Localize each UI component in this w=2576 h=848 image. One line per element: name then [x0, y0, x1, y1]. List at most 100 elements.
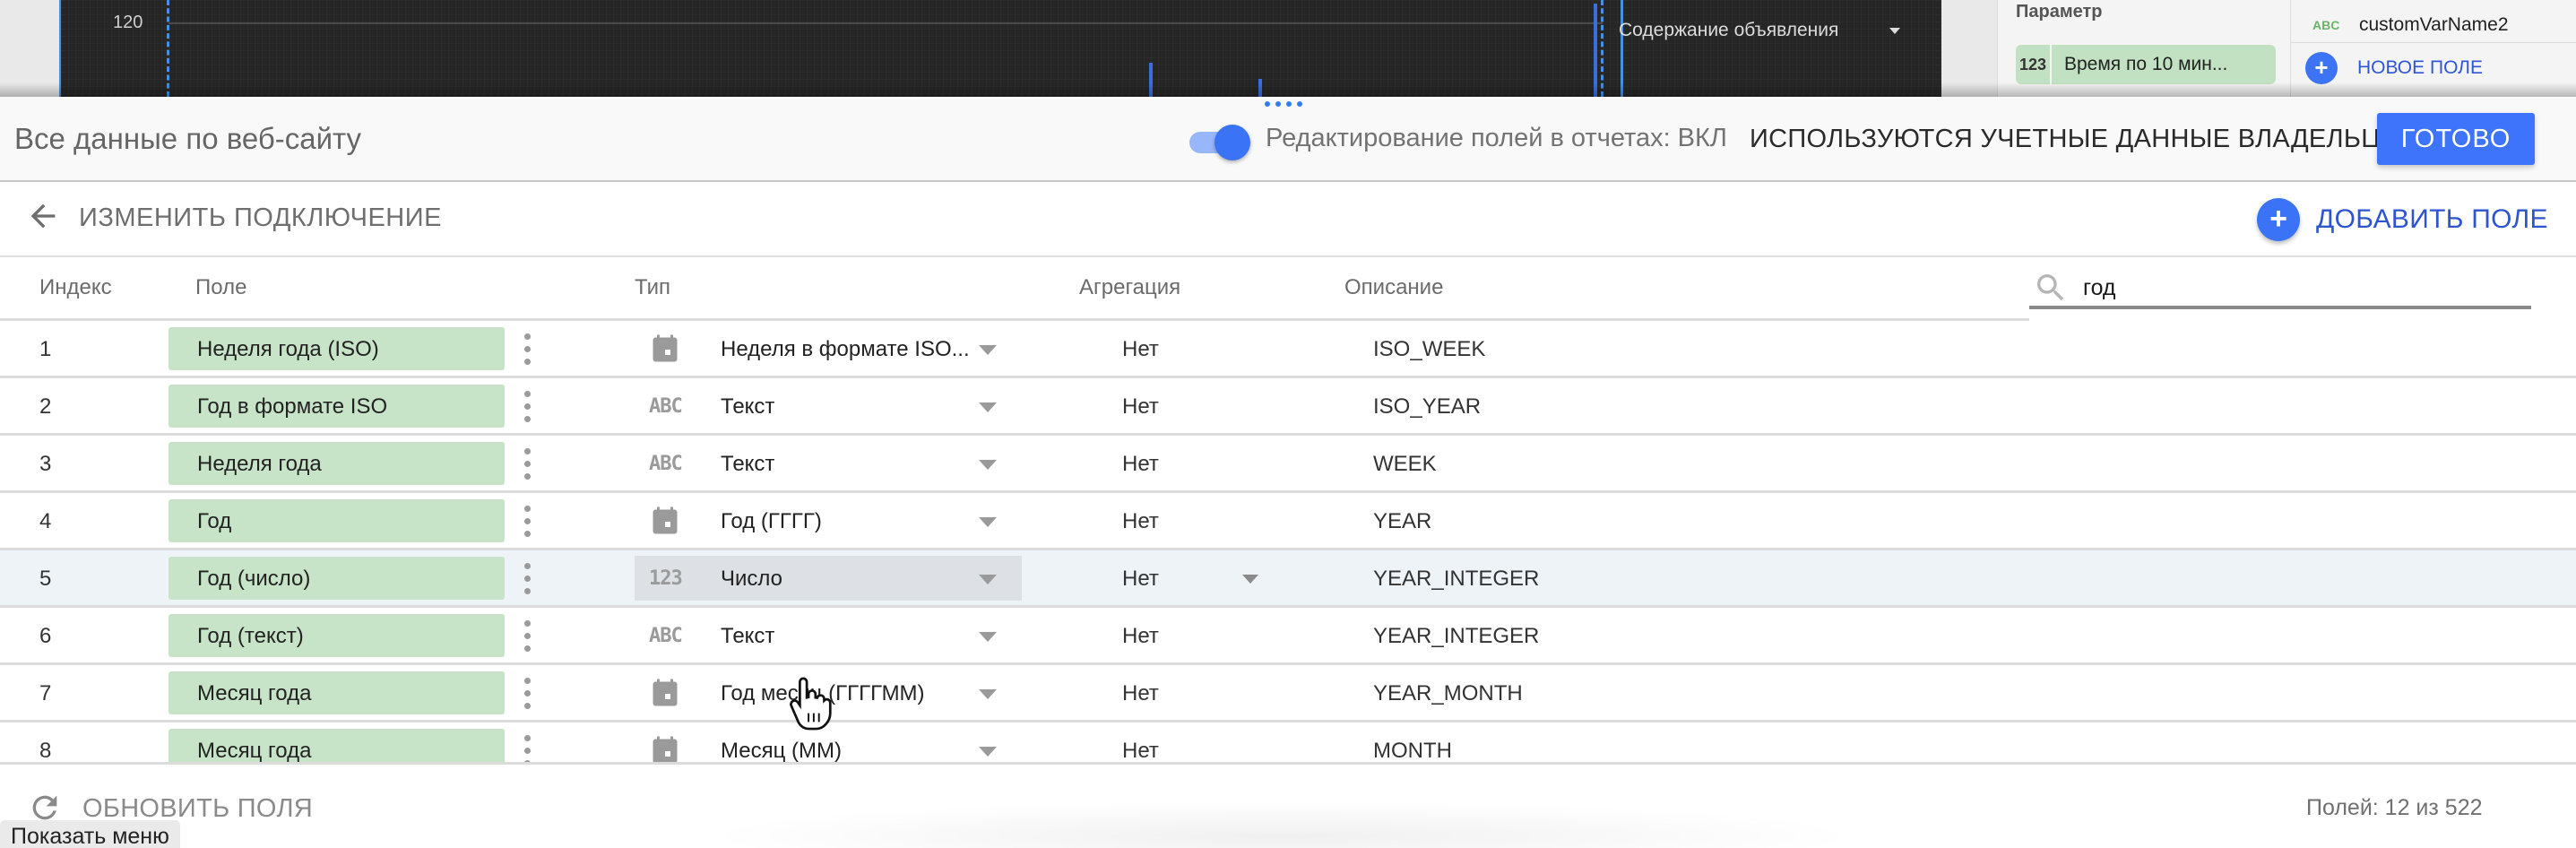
ad-content-dropdown[interactable]: Содержание объявления — [1619, 20, 1838, 41]
field-name: Месяц года — [197, 681, 311, 706]
table-row: 7 Месяц года Год месяц (ГГГГММ) Нет YEAR… — [0, 665, 2576, 723]
field-name: Месяц года — [197, 739, 311, 764]
dropdown-caret-icon — [979, 402, 997, 412]
description-value[interactable]: YEAR_MONTH — [1373, 681, 1523, 706]
type-dropdown[interactable]: ABC Текст — [635, 384, 1022, 428]
resize-handle[interactable] — [1265, 101, 1302, 107]
description-value[interactable]: YEAR_INTEGER — [1373, 567, 1539, 592]
row-index: 8 — [39, 739, 51, 764]
abc-icon: ABC — [2312, 18, 2339, 32]
table-row: 6 Год (текст) ABC Текст Нет YEAR_INTEGER — [0, 608, 2576, 665]
aggregation-value[interactable]: Нет — [1122, 394, 1159, 420]
column-header-field[interactable]: Поле — [195, 275, 246, 300]
field-list-item[interactable]: ABC customVarName2 — [2291, 0, 2576, 43]
field-name: Неделя года (ISO) — [197, 337, 379, 362]
row-index: 2 — [39, 394, 51, 420]
field-name-input[interactable]: Год в формате ISO — [169, 385, 505, 428]
aggregation-value[interactable]: Нет — [1122, 452, 1159, 477]
add-field-button[interactable]: + ДОБАВИТЬ ПОЛЕ — [2257, 198, 2548, 241]
more-options-icon[interactable] — [520, 446, 534, 482]
description-value[interactable]: YEAR — [1373, 509, 1431, 534]
aggregation-value[interactable]: Нет — [1122, 509, 1159, 534]
description-value[interactable]: WEEK — [1373, 452, 1437, 477]
field-name-input[interactable]: Неделя года — [169, 442, 505, 485]
type-dropdown[interactable]: 123 Число — [635, 556, 1022, 601]
abc-icon: ABC — [649, 625, 681, 657]
column-header-index[interactable]: Индекс — [39, 275, 112, 300]
editor-footer: ОБНОВИТЬ ПОЛЯ Полей: 12 из 522 Показать … — [0, 762, 2576, 848]
field-name: customVarName2 — [2359, 14, 2509, 36]
column-header-description[interactable]: Описание — [1344, 275, 1443, 300]
aggregation-value[interactable]: Нет — [1122, 739, 1159, 764]
type-dropdown[interactable]: Год (ГГГГ) — [635, 498, 1022, 543]
field-name-input[interactable]: Год (текст) — [169, 614, 505, 657]
field-name-input[interactable]: Месяц года — [169, 671, 505, 714]
type-dropdown[interactable]: ABC Текст — [635, 613, 1022, 658]
plus-icon[interactable]: + — [2305, 52, 2338, 84]
type-label: Число — [721, 567, 782, 592]
more-options-icon[interactable] — [520, 389, 534, 425]
more-options-icon[interactable] — [520, 676, 534, 712]
parameter-chip[interactable]: 123 Время по 10 мин... — [2016, 45, 2276, 84]
dropdown-caret-icon — [979, 460, 997, 470]
datasource-name[interactable]: Все данные по веб-сайту — [14, 122, 361, 156]
aggregation-caret-icon[interactable] — [1242, 575, 1258, 584]
new-field-link[interactable]: НОВОЕ ПОЛЕ — [2357, 57, 2483, 79]
type-label: Неделя в формате ISO... — [721, 337, 970, 362]
column-header-type[interactable]: Тип — [635, 275, 670, 300]
abc-icon: ABC — [649, 395, 681, 428]
description-value[interactable]: MONTH — [1373, 739, 1452, 764]
parameter-chip-label: Время по 10 мин... — [2052, 54, 2227, 75]
type-dropdown[interactable]: Неделя в формате ISO... — [635, 326, 1022, 371]
table-header: Индекс Поле Тип Агрегация Описание — [0, 257, 2576, 321]
datasource-editor: Все данные по веб-сайту Редактирование п… — [0, 97, 2576, 848]
field-name-input[interactable]: Год — [169, 499, 505, 542]
dropdown-caret-icon — [979, 632, 997, 642]
field-name-input[interactable]: Год (число) — [169, 557, 505, 600]
row-index: 6 — [39, 624, 51, 649]
dropdown-caret-icon — [979, 345, 997, 355]
credentials-button[interactable]: ИСПОЛЬЗУЮТСЯ УЧЕТНЫЕ ДАННЫЕ ВЛАДЕЛЬЦА — [1750, 125, 2399, 154]
edit-connection-button[interactable]: ИЗМЕНИТЬ ПОДКЛЮЧЕНИЕ — [79, 203, 442, 233]
dropdown-caret-icon — [979, 747, 997, 757]
type-dropdown[interactable]: Год месяц (ГГГГММ) — [635, 671, 1022, 715]
row-index: 1 — [39, 337, 51, 362]
dropdown-caret-icon — [979, 689, 997, 699]
field-name: Год (текст) — [197, 624, 304, 649]
aggregation-value[interactable]: Нет — [1122, 567, 1159, 592]
type-label: Год (ГГГГ) — [721, 509, 822, 534]
parameter-title: Параметр — [2016, 2, 2103, 22]
calendar-icon — [649, 333, 681, 366]
type-label: Текст — [721, 624, 774, 649]
arrow-back-icon[interactable] — [25, 198, 61, 234]
column-header-aggregation[interactable]: Агрегация — [1079, 275, 1180, 300]
table-row: 1 Неделя года (ISO) Неделя в формате ISO… — [0, 321, 2576, 378]
add-field-label: ДОБАВИТЬ ПОЛЕ — [2316, 204, 2548, 235]
description-value[interactable]: YEAR_INTEGER — [1373, 624, 1539, 649]
description-value[interactable]: ISO_WEEK — [1373, 337, 1485, 362]
aggregation-value[interactable]: Нет — [1122, 337, 1159, 362]
description-value[interactable]: ISO_YEAR — [1373, 394, 1481, 420]
aggregation-value[interactable]: Нет — [1122, 681, 1159, 706]
more-options-icon[interactable] — [520, 504, 534, 540]
panel-shadow — [0, 82, 2576, 97]
field-editing-toggle[interactable] — [1188, 125, 1252, 159]
more-options-icon[interactable] — [520, 561, 534, 597]
editor-toolbar: ИЗМЕНИТЬ ПОДКЛЮЧЕНИЕ + ДОБАВИТЬ ПОЛЕ — [0, 182, 2576, 257]
dropdown-caret-icon — [979, 517, 997, 527]
more-options-icon[interactable] — [520, 332, 534, 368]
dropdown-caret-icon — [979, 575, 997, 584]
done-button[interactable]: ГОТОВО — [2377, 113, 2535, 165]
field-count: Полей: 12 из 522 — [2306, 795, 2483, 821]
field-name: Год — [197, 509, 231, 534]
row-index: 3 — [39, 452, 51, 477]
aggregation-value[interactable]: Нет — [1122, 624, 1159, 649]
more-options-icon[interactable] — [520, 619, 534, 654]
type-label: Текст — [721, 452, 774, 477]
field-name-input[interactable]: Неделя года (ISO) — [169, 327, 505, 370]
field-name: Год в формате ISO — [197, 394, 387, 420]
plus-icon: + — [2257, 198, 2300, 241]
search-input[interactable] — [2083, 273, 2513, 302]
type-dropdown[interactable]: ABC Текст — [635, 441, 1022, 486]
abc-icon: ABC — [649, 453, 681, 485]
